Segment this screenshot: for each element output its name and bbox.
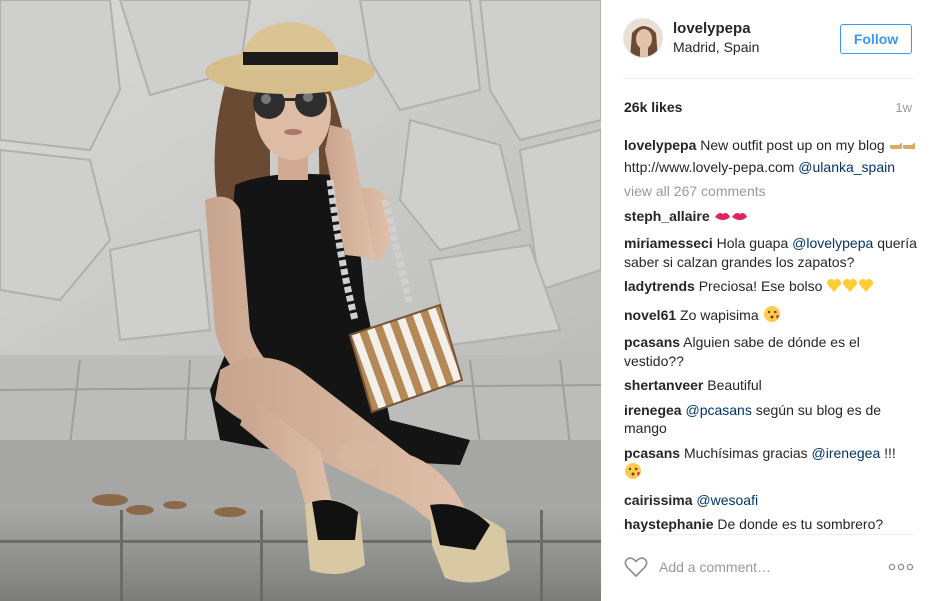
- comment-username[interactable]: ladytrends: [624, 278, 695, 294]
- post-header: lovelypepa Madrid, Spain Follow: [601, 0, 936, 78]
- comment-text: Preciosa! Ese bolso: [698, 278, 823, 294]
- user-avatar[interactable]: [623, 18, 663, 58]
- comment-username[interactable]: steph_allaire: [624, 208, 710, 224]
- lips-icon: [714, 210, 748, 229]
- comment-item: ladytrends Preciosa! Ese bolso: [624, 277, 917, 299]
- kiss-face-icon: [624, 462, 642, 485]
- comment-text: !!!: [884, 444, 896, 461]
- comment-username[interactable]: shertanveer: [624, 377, 703, 393]
- post-image: [0, 0, 601, 601]
- likes-count[interactable]: 26k likes: [624, 99, 682, 115]
- comment-item: cairissima @wesoafi: [624, 491, 917, 510]
- comment-item: miriamesseci Hola guapa @lovelypepa quer…: [624, 234, 917, 271]
- comment-username[interactable]: cairissima: [624, 492, 693, 508]
- comment-item: haystephanie De donde es tu sombrero?: [624, 515, 917, 534]
- caption-link[interactable]: http://www.lovely-pepa.com: [624, 159, 794, 175]
- comment-username[interactable]: pcasans: [624, 445, 680, 461]
- kiss-face-icon: [763, 305, 781, 328]
- post-side-panel: lovelypepa Madrid, Spain Follow 26k like…: [601, 0, 936, 601]
- heart-outline-icon[interactable]: [624, 556, 648, 578]
- avatar-image: [624, 19, 662, 57]
- comment-username[interactable]: irenegea: [624, 402, 682, 418]
- caption-mention[interactable]: @ulanka_spain: [798, 159, 895, 175]
- comment-item: novel61 Zo wapisima: [624, 305, 917, 328]
- post-timestamp[interactable]: 1w: [895, 100, 912, 115]
- comment-username[interactable]: miriamesseci: [624, 235, 713, 251]
- footer-divider: [623, 534, 914, 535]
- post-photo[interactable]: [0, 0, 601, 601]
- comment-item: shertanveer Beautiful: [624, 376, 917, 395]
- follow-button[interactable]: Follow: [840, 24, 912, 54]
- comment-text: Hola guapa: [716, 235, 789, 251]
- post-username[interactable]: lovelypepa: [673, 20, 751, 37]
- comment-mention[interactable]: @wesoafi: [696, 492, 758, 508]
- caption: lovelypepa New outfit post up on my blog…: [624, 136, 917, 176]
- yellow-hearts-icon: [826, 278, 874, 299]
- comment-mention[interactable]: @irenegea: [812, 445, 881, 461]
- caption-username[interactable]: lovelypepa: [624, 137, 696, 153]
- comment-mention[interactable]: @lovelypepa: [792, 235, 873, 251]
- comment-text: De donde es tu sombrero?: [717, 516, 884, 532]
- comment-mention[interactable]: @pcasans: [685, 402, 751, 418]
- comment-text: Zo wapisima: [680, 306, 759, 323]
- comment-item: pcasans Alguien sabe de dónde es el vest…: [624, 333, 917, 370]
- comment-username[interactable]: novel61: [624, 307, 676, 323]
- caption-text: New outfit post up on my blog: [700, 137, 885, 153]
- pointing-hands-icon: [889, 139, 917, 158]
- view-all-comments-link[interactable]: view all 267 comments: [624, 182, 917, 201]
- comment-username[interactable]: pcasans: [624, 334, 680, 350]
- post-location[interactable]: Madrid, Spain: [673, 39, 759, 55]
- header-divider: [623, 78, 914, 79]
- comment-item: pcasans Muchísimas gracias @irenegea !!!: [624, 444, 917, 485]
- more-options-icon[interactable]: [888, 562, 914, 572]
- comment-item: irenegea @pcasans según su blog es de ma…: [624, 401, 917, 438]
- comment-item: steph_allaire: [624, 207, 917, 229]
- comment-text: Beautiful: [707, 377, 762, 393]
- add-comment-input[interactable]: [659, 556, 859, 578]
- comments-list[interactable]: lovelypepa New outfit post up on my blog…: [624, 136, 917, 534]
- comment-username[interactable]: haystephanie: [624, 516, 713, 532]
- comment-text: Muchísimas gracias: [683, 444, 808, 461]
